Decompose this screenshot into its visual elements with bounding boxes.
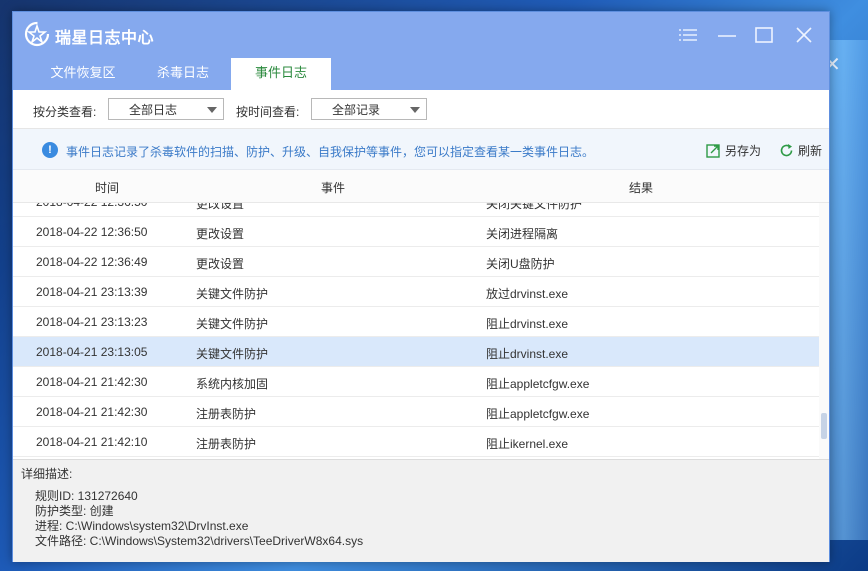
- info-bar: ! 事件日志记录了杀毒软件的扫描、防护、升级、自我保护等事件，您可以指定查看某一…: [13, 129, 829, 170]
- cell-event: 关键文件防护: [196, 287, 269, 301]
- cell-result: 阻止appletcfgw.exe: [486, 407, 590, 421]
- table-header: 时间 事件 结果: [13, 170, 829, 203]
- cell-time: 2018-04-21 23:13:23: [36, 315, 148, 329]
- chevron-down-icon: [410, 107, 420, 113]
- cell-result: 关闭进程隔离: [486, 227, 559, 241]
- cell-time: 2018-04-22 12:36:50: [36, 203, 147, 209]
- cell-event: 系统内核加固: [196, 377, 269, 391]
- column-header-result[interactable]: 结果: [629, 179, 653, 196]
- menu-icon[interactable]: [675, 22, 701, 48]
- cell-time: 2018-04-22 12:36:49: [36, 255, 148, 269]
- tab-bar: 文件恢复区 杀毒日志 事件日志: [13, 58, 829, 91]
- cell-result: 阻止ikernel.exe: [486, 437, 569, 451]
- cell-event: 关键文件防护: [196, 317, 269, 331]
- cell-time: 2018-04-21 21:42:10: [36, 435, 148, 449]
- filter-bar: 按分类查看: 全部日志 按时间查看: 全部记录: [13, 90, 829, 129]
- info-message: 事件日志记录了杀毒软件的扫描、防护、升级、自我保护等事件，您可以指定查看某一类事…: [66, 145, 595, 159]
- table-row[interactable]: 2018-04-21 23:13:05 关键文件防护 阻止drvinst.exe: [13, 337, 819, 367]
- cell-event: 更改设置: [196, 227, 245, 241]
- log-center-window: 瑞星日志中心 文件恢复区 杀毒日志 事件日志 按分类查看: 全部日志 按时间查看…: [12, 11, 830, 562]
- cell-time: 2018-04-21 23:13:05: [36, 345, 148, 359]
- refresh-icon: [780, 144, 793, 157]
- table-row[interactable]: 2018-04-21 23:13:23 关键文件防护 阻止drvinst.exe: [13, 307, 819, 337]
- export-icon: [706, 144, 720, 158]
- cell-time: 2018-04-22 12:36:50: [36, 225, 148, 239]
- cell-event: 更改设置: [196, 203, 245, 211]
- time-filter-label: 按时间查看:: [236, 105, 300, 119]
- refresh-button[interactable]: 刷新: [779, 142, 822, 159]
- chevron-down-icon: [207, 107, 217, 113]
- refresh-label: 刷新: [798, 144, 823, 158]
- maximize-icon[interactable]: [751, 22, 777, 48]
- table-row[interactable]: 2018-04-21 21:42:30 系统内核加固 阻止appletcfgw.ex…: [13, 367, 819, 397]
- time-select-value: 全部记录: [332, 103, 381, 117]
- tab-file-recovery[interactable]: 文件恢复区: [28, 58, 138, 90]
- detail-panel: 详细描述: 规则ID: 131272640 防护类型: 创建 进程: C:\Wi…: [13, 459, 829, 562]
- detail-file-path: 文件路径: C:\Windows\System32\drivers\TeeDri…: [35, 534, 364, 548]
- title-bar[interactable]: 瑞星日志中心: [13, 12, 829, 58]
- table-row[interactable]: 2018-04-21 23:13:39 关键文件防护 放过drvinst.exe: [13, 277, 819, 307]
- save-as-label: 另存为: [725, 144, 762, 158]
- time-select[interactable]: 全部记录: [311, 98, 427, 120]
- cell-event: 注册表防护: [196, 437, 257, 451]
- scrollbar-thumb[interactable]: [821, 413, 827, 439]
- cell-result: 关闭U盘防护: [486, 257, 555, 271]
- column-header-time[interactable]: 时间: [95, 179, 119, 196]
- cell-time: 2018-04-21 23:13:39: [36, 285, 148, 299]
- category-select-value: 全部日志: [129, 103, 178, 117]
- cell-result: 放过drvinst.exe: [486, 287, 569, 301]
- category-filter-label: 按分类查看:: [33, 105, 97, 119]
- cell-result: 阻止appletcfgw.exe: [486, 377, 590, 391]
- cell-result: 阻止drvinst.exe: [486, 317, 569, 331]
- tab-virus-log[interactable]: 杀毒日志: [138, 58, 228, 90]
- event-table: 2018-04-22 12:36:50更改设置关闭关键文件防护2018-04-2…: [13, 203, 819, 459]
- close-icon[interactable]: [791, 22, 817, 48]
- save-as-button[interactable]: 另存为: [706, 142, 761, 159]
- info-icon: !: [42, 142, 58, 158]
- table-row[interactable]: 2018-04-22 12:36:49 更改设置 关闭U盘防护: [13, 247, 819, 277]
- cell-time: 2018-04-21 21:42:30: [36, 375, 148, 389]
- table-row[interactable]: 2018-04-21 21:42:10 注册表防护 阻止ikernel.exe: [13, 427, 819, 457]
- cell-result: 阻止drvinst.exe: [486, 347, 569, 361]
- cell-event: 注册表防护: [196, 407, 257, 421]
- table-row[interactable]: 2018-04-22 12:36:50 更改设置 关闭进程隔离: [13, 217, 819, 247]
- table-row[interactable]: 2018-04-22 12:36:50 更改设置 关闭关键文件防护: [13, 203, 819, 217]
- cell-result: 关闭关键文件防护: [486, 203, 583, 211]
- detail-title: 详细描述:: [21, 467, 73, 481]
- table-row[interactable]: 2018-04-21 21:42:30 注册表防护 阻止appletcfgw.exe: [13, 397, 819, 427]
- rising-logo-icon: [24, 21, 50, 47]
- category-select[interactable]: 全部日志: [108, 98, 224, 120]
- app-title: 瑞星日志中心: [55, 30, 155, 47]
- tab-event-log[interactable]: 事件日志: [231, 58, 331, 91]
- vertical-scrollbar[interactable]: [819, 203, 829, 459]
- cell-event: 更改设置: [196, 257, 245, 271]
- column-header-event[interactable]: 事件: [321, 179, 345, 196]
- minimize-icon[interactable]: [714, 22, 740, 48]
- cell-event: 关键文件防护: [196, 347, 269, 361]
- cell-time: 2018-04-21 21:42:30: [36, 405, 148, 419]
